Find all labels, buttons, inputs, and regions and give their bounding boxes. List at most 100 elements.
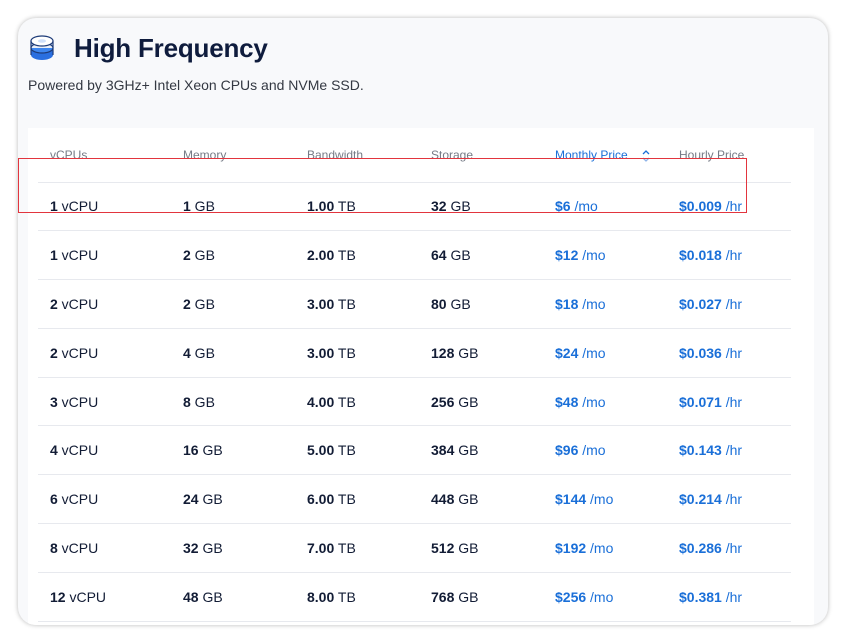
table-row[interactable]: 8 vCPU 32 GB 7.00 TB 512 GB $192 /mo $0.286 /…	[38, 523, 791, 573]
bandwidth-cell-value: 2.00	[307, 247, 335, 264]
vcpus-cell: 3 vCPU	[38, 377, 183, 427]
pricing-table-panel: vCPUs Memory Bandwidth Storage Monthly P…	[28, 128, 814, 625]
hourly-price-cell-value: $0.036	[679, 344, 722, 361]
monthly-price-cell-value: $18	[555, 295, 579, 312]
monthly-price-cell-value: $192	[555, 539, 587, 556]
bandwidth-cell-value: 5.00	[307, 442, 335, 459]
memory-cell-unit: GB	[198, 442, 223, 459]
monthly-price-cell: $256 /mo	[555, 572, 679, 622]
hourly-price-cell: $0.018 /hr	[679, 230, 791, 281]
memory-cell: 24 GB	[183, 474, 307, 525]
vcpus-cell: 1 vCPU	[38, 230, 183, 281]
monthly-price-cell-value: $256	[555, 588, 587, 605]
monthly-price-cell-unit: /mo	[586, 539, 614, 556]
storage-cell-unit: GB	[454, 393, 479, 410]
monthly-price-cell-unit: /mo	[578, 442, 606, 459]
monthly-price-cell: $192 /mo	[555, 523, 679, 573]
column-header-monthly-price[interactable]: Monthly Price	[555, 128, 679, 183]
storage-cell-unit: GB	[446, 295, 471, 312]
hourly-price-cell: $0.286 /hr	[679, 523, 791, 573]
vcpus-cell-value: 6	[50, 491, 58, 508]
memory-cell-value: 2	[183, 247, 191, 264]
hourly-price-cell-value: $0.143	[679, 442, 722, 459]
storage-cell-value: 448	[431, 491, 455, 508]
hourly-price-cell-unit: /hr	[721, 247, 743, 264]
bandwidth-cell-unit: TB	[334, 491, 356, 508]
column-header-storage[interactable]: Storage	[431, 128, 555, 183]
monthly-price-cell: $96 /mo	[555, 425, 679, 476]
monthly-price-cell-unit: /mo	[586, 588, 614, 605]
bandwidth-cell: 5.00 TB	[307, 425, 431, 476]
storage-cell-value: 32	[431, 198, 447, 215]
monthly-price-cell-value: $144	[555, 491, 587, 508]
column-header-hourly-price[interactable]: Hourly Price	[679, 128, 791, 183]
hourly-price-cell-unit: /hr	[721, 442, 743, 459]
storage-cell: 256 GB	[431, 377, 555, 427]
bandwidth-cell-unit: TB	[334, 588, 356, 605]
table-body: 1 vCPU 1 GB 1.00 TB 32 GB $6 /mo $0.009 /hr 1 …	[38, 182, 791, 622]
table-row[interactable]: 2 vCPU 2 GB 3.00 TB 80 GB $18 /mo $0.027 /hr	[38, 279, 791, 329]
hourly-price-cell: $0.036 /hr	[679, 328, 791, 378]
monthly-price-cell-value: $96	[555, 442, 579, 459]
hourly-price-cell: $0.027 /hr	[679, 279, 791, 329]
storage-cell-value: 80	[431, 295, 447, 312]
table-row[interactable]: 4 vCPU 16 GB 5.00 TB 384 GB $96 /mo $0.143 /h…	[38, 425, 791, 476]
storage-cell: 512 GB	[431, 523, 555, 573]
monthly-price-cell-unit: /mo	[578, 247, 606, 264]
monthly-price-cell-unit: /mo	[578, 295, 606, 312]
storage-cell: 64 GB	[431, 230, 555, 281]
table-row[interactable]: 1 vCPU 2 GB 2.00 TB 64 GB $12 /mo $0.018 /hr	[38, 230, 791, 281]
vcpus-cell-unit: vCPU	[57, 491, 99, 508]
monthly-price-cell: $24 /mo	[555, 328, 679, 378]
bandwidth-cell-unit: TB	[334, 442, 356, 459]
monthly-price-cell-unit: /mo	[578, 393, 606, 410]
memory-cell: 4 GB	[183, 328, 307, 378]
bandwidth-cell-unit: TB	[334, 247, 356, 264]
column-header-vcpus[interactable]: vCPUs	[38, 128, 183, 183]
hourly-price-cell-value: $0.381	[679, 588, 722, 605]
column-header-bandwidth[interactable]: Bandwidth	[307, 128, 431, 183]
memory-cell-value: 16	[183, 442, 199, 459]
hourly-price-cell-value: $0.071	[679, 393, 722, 410]
bandwidth-cell-value: 8.00	[307, 588, 335, 605]
table-row[interactable]: 3 vCPU 8 GB 4.00 TB 256 GB $48 /mo $0.071 /hr	[38, 377, 791, 427]
hourly-price-cell-unit: /hr	[721, 344, 743, 361]
hourly-price-cell-unit: /hr	[721, 588, 743, 605]
column-header-memory[interactable]: Memory	[183, 128, 307, 183]
table-row[interactable]: 1 vCPU 1 GB 1.00 TB 32 GB $6 /mo $0.009 /hr	[38, 182, 791, 232]
storage-cell-value: 128	[431, 344, 455, 361]
memory-cell-unit: GB	[190, 247, 215, 264]
bandwidth-cell: 1.00 TB	[307, 182, 431, 232]
monthly-price-cell-unit: /mo	[578, 344, 606, 361]
table-row[interactable]: 6 vCPU 24 GB 6.00 TB 448 GB $144 /mo $0.214 /…	[38, 474, 791, 525]
table-row[interactable]: 2 vCPU 4 GB 3.00 TB 128 GB $24 /mo $0.036 /hr	[38, 328, 791, 378]
storage-cell-unit: GB	[454, 539, 479, 556]
memory-cell-unit: GB	[190, 198, 215, 215]
monthly-price-cell: $18 /mo	[555, 279, 679, 329]
hourly-price-cell-unit: /hr	[721, 491, 743, 508]
memory-cell-unit: GB	[190, 393, 215, 410]
hourly-price-cell-value: $0.018	[679, 247, 722, 264]
pricing-table: vCPUs Memory Bandwidth Storage Monthly P…	[38, 128, 791, 622]
monthly-price-cell-unit: /mo	[586, 491, 614, 508]
storage-cell: 384 GB	[431, 425, 555, 476]
memory-cell: 1 GB	[183, 182, 307, 232]
bandwidth-cell-value: 7.00	[307, 539, 335, 556]
vcpus-cell-value: 2	[50, 295, 58, 312]
vcpus-cell: 2 vCPU	[38, 279, 183, 329]
memory-cell: 8 GB	[183, 377, 307, 427]
monthly-price-cell: $6 /mo	[555, 182, 679, 232]
page-subtitle: Powered by 3GHz+ Intel Xeon CPUs and NVM…	[28, 77, 364, 93]
vcpus-cell-value: 8	[50, 539, 58, 556]
bandwidth-cell-unit: TB	[334, 393, 356, 410]
memory-cell-unit: GB	[198, 539, 223, 556]
memory-cell: 48 GB	[183, 572, 307, 622]
table-row[interactable]: 12 vCPU 48 GB 8.00 TB 768 GB $256 /mo $0.381 …	[38, 572, 791, 622]
vcpus-cell-value: 2	[50, 344, 58, 361]
bandwidth-cell-unit: TB	[334, 295, 356, 312]
hourly-price-cell-value: $0.009	[679, 198, 722, 215]
hourly-price-cell-value: $0.027	[679, 295, 722, 312]
memory-cell-value: 48	[183, 588, 199, 605]
storage-cell: 80 GB	[431, 279, 555, 329]
sort-toggle-icon[interactable]	[642, 149, 650, 162]
